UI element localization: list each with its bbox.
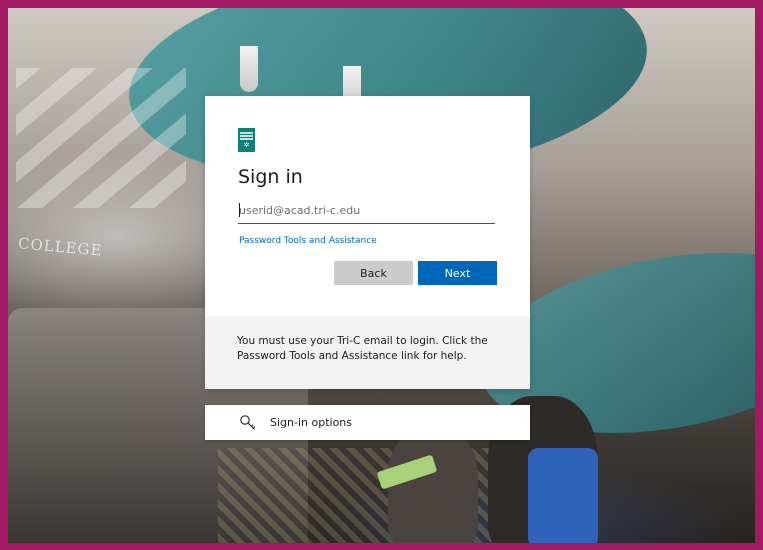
- logo-emblem-icon: ✲: [243, 140, 250, 149]
- staircase: [16, 68, 186, 208]
- next-button[interactable]: Next: [418, 261, 497, 285]
- password-tools-link[interactable]: Password Tools and Assistance: [239, 236, 377, 246]
- sign-in-form: ✲ Sign in Password Tools and Assistance …: [205, 96, 530, 317]
- sign-in-options-label: Sign-in options: [270, 416, 353, 429]
- college-wall-sign: COLLEGE: [17, 234, 104, 260]
- page-title: Sign in: [238, 166, 303, 188]
- text-caret: [239, 203, 240, 217]
- back-button[interactable]: Back: [334, 261, 413, 285]
- email-field-container: [238, 199, 496, 224]
- sign-in-options-button[interactable]: Sign-in options: [205, 405, 530, 440]
- sign-in-card: ✲ Sign in Password Tools and Assistance …: [205, 96, 530, 389]
- seated-student: [388, 428, 478, 543]
- college-logo-icon: ✲: [238, 128, 255, 152]
- login-notice: You must use your Tri-C email to login. …: [205, 317, 530, 389]
- key-icon: [238, 413, 258, 433]
- notice-text: You must use your Tri-C email to login. …: [237, 335, 488, 362]
- logo-line: [240, 137, 253, 140]
- email-field[interactable]: [238, 199, 496, 222]
- logo-line: [240, 131, 253, 134]
- pendant-lamp: [240, 46, 258, 92]
- logo-line: [240, 134, 253, 137]
- blue-jersey: [528, 448, 598, 543]
